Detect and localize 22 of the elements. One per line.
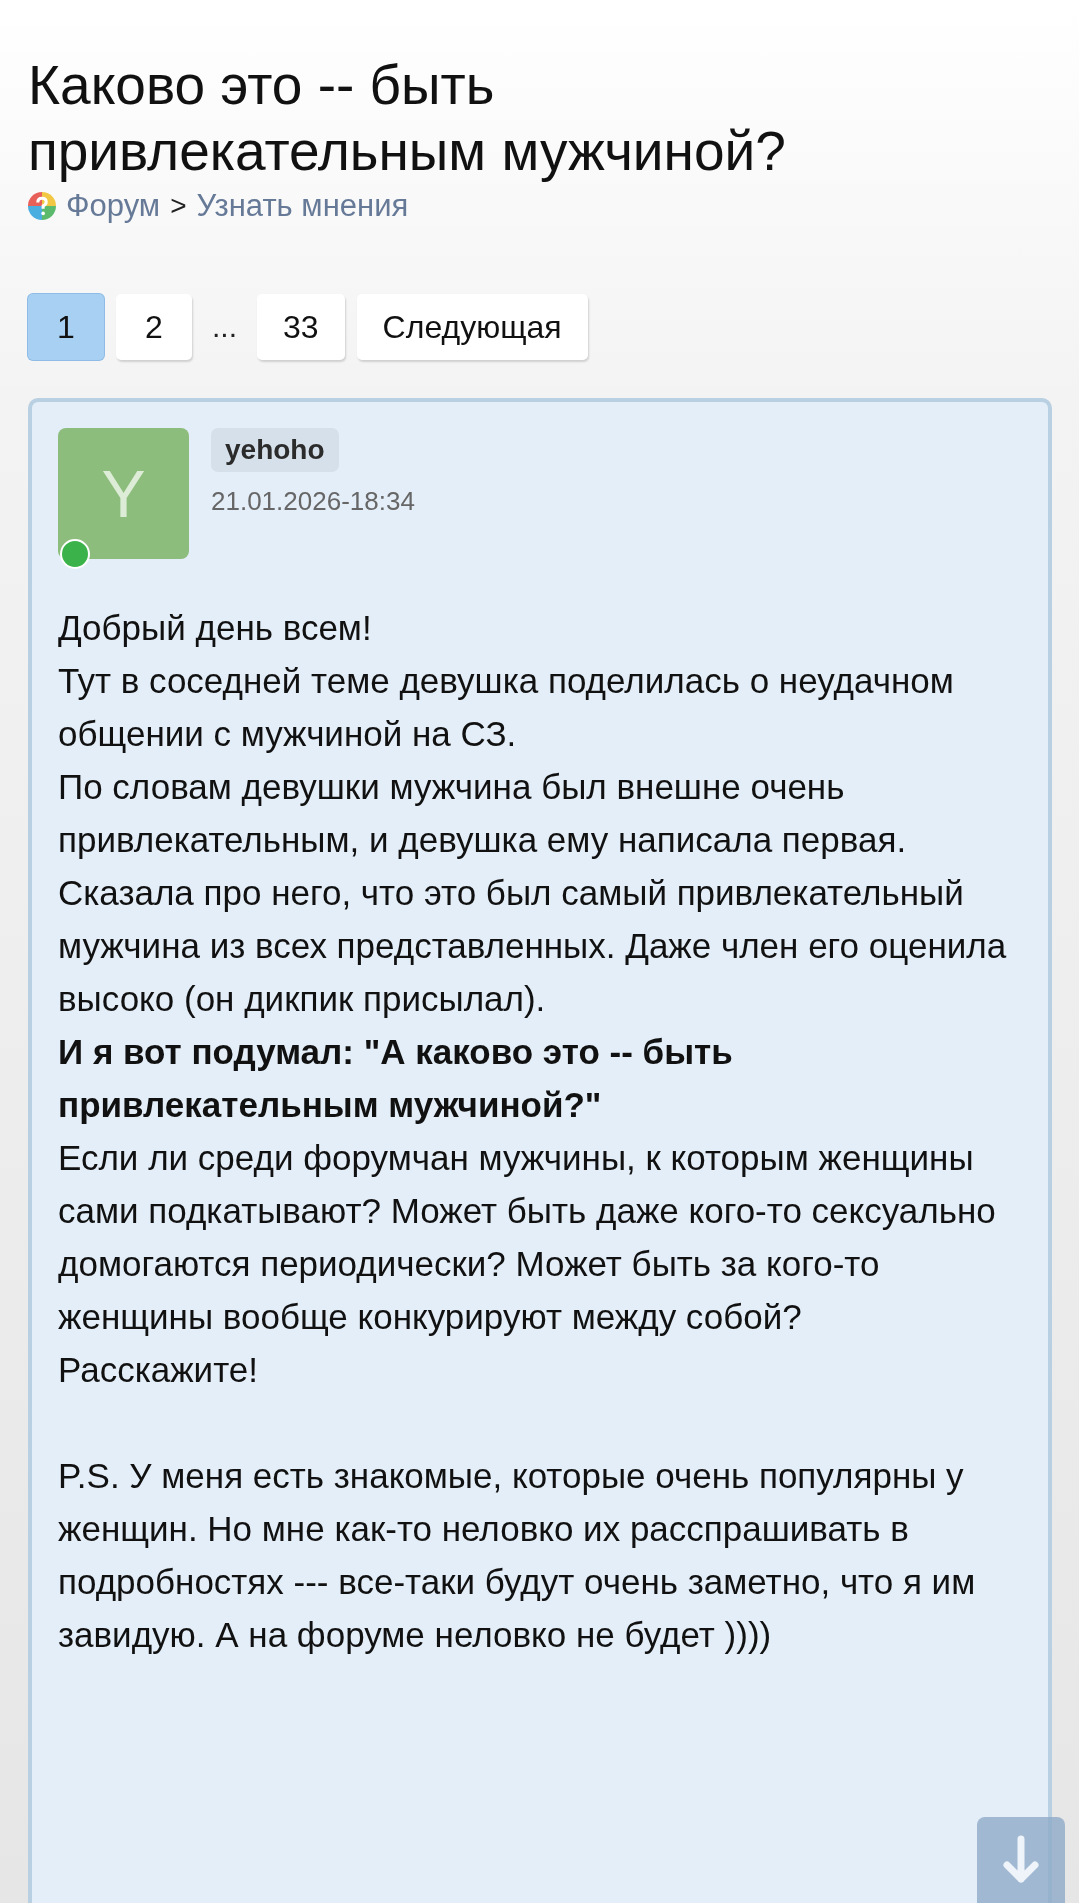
forum-logo-icon <box>28 192 56 220</box>
avatar-letter: Y <box>101 455 146 532</box>
page-button[interactable]: 2 <box>116 294 192 360</box>
author-name[interactable]: yehoho <box>211 428 339 472</box>
page-button[interactable]: 33 <box>257 294 345 360</box>
thread-title: Каково это -- быть привлекательным мужчиной? <box>28 53 787 184</box>
post-date: 21.01.2026-18:34 <box>211 486 415 517</box>
post-paragraph: P.S. У меня есть знакомые, которые очень популярны у женщин. Но мне как-то неловко их расспрашивать в подробностях --- все-таки будут очень заметно, что я им завидую. А на форуме неловко не будет )))) <box>58 1455 977 1656</box>
post-paragraph: Добрый день всем! <box>58 607 373 649</box>
section-link[interactable]: Узнать мнения <box>196 188 409 224</box>
pagination-ellipsis: ... <box>211 310 238 344</box>
post-paragraph: И я вот подумал: "А каково это -- быть привлекательным мужчиной?" <box>58 1031 734 1126</box>
page-button[interactable]: 1 <box>28 294 104 360</box>
scroll-down-button[interactable] <box>977 1817 1065 1903</box>
post-paragraph: Тут в соседней теме девушка поделилась о неудачном общении с мужчиной на СЗ. <box>58 660 955 755</box>
post-paragraph: Расскажите! <box>58 1349 259 1391</box>
post-paragraph: По словам девушки мужчина был внешне очень привлекательным, и девушка ему написала первая. Сказала про него, что это был самый привлекательный мужчина из всех представленных. Даже член его оценила высоко (он дикпик присылал). <box>58 766 1008 1020</box>
forum-link[interactable]: Форум <box>66 188 161 224</box>
post-paragraph: Если ли среди форумчан мужчины, к которым женщины сами подкатывают? Может быть даже кого-то сексуально домогаются периодически? Может быть за кого-то женщины вообще конкурируют между собой? <box>58 1137 997 1338</box>
arrow-down-icon <box>1001 1835 1041 1885</box>
page-button[interactable]: Следующая <box>356 294 588 360</box>
breadcrumb-separator: > <box>170 190 187 222</box>
